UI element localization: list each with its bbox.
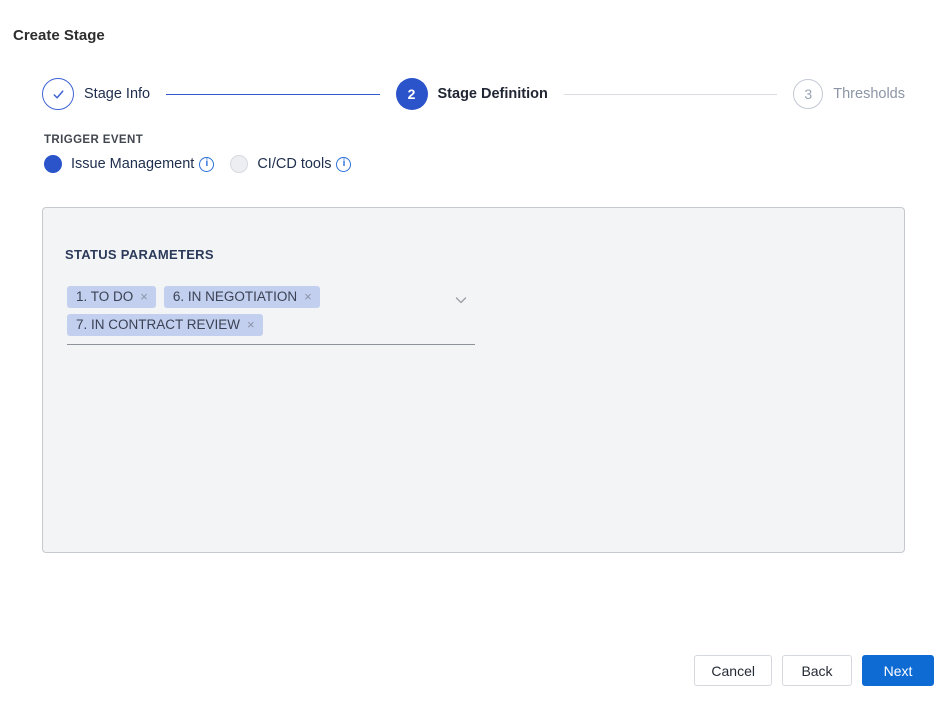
radio-unselected-icon[interactable] <box>230 155 248 173</box>
tag-in-negotiation: 6. IN NEGOTIATION × <box>164 286 320 308</box>
page-title: Create Stage <box>13 27 105 44</box>
step-stage-definition[interactable]: 2 Stage Definition <box>396 78 548 110</box>
info-icon[interactable]: i <box>199 157 214 172</box>
trigger-event-label: TRIGGER EVENT <box>44 134 351 146</box>
footer-actions: Cancel Back Next <box>694 655 934 686</box>
status-multiselect[interactable]: 1. TO DO × 6. IN NEGOTIATION × 7. IN CON… <box>67 286 475 345</box>
step-label: Thresholds <box>833 86 905 102</box>
step-number-circle: 2 <box>396 78 428 110</box>
back-button[interactable]: Back <box>782 655 852 686</box>
stepper: Stage Info 2 Stage Definition 3 Threshol… <box>42 78 905 110</box>
step-thresholds[interactable]: 3 Thresholds <box>793 79 905 109</box>
remove-tag-icon[interactable]: × <box>304 290 312 303</box>
info-icon[interactable]: i <box>336 157 351 172</box>
stepper-connector-done <box>166 94 379 95</box>
remove-tag-icon[interactable]: × <box>247 318 255 331</box>
tag-label: 6. IN NEGOTIATION <box>173 289 297 304</box>
radio-selected-icon[interactable] <box>44 155 62 173</box>
step-number-circle: 3 <box>793 79 823 109</box>
chevron-down-icon[interactable] <box>453 292 469 308</box>
radio-label: CI/CD tools <box>257 156 331 172</box>
stepper-connector-todo <box>564 94 777 95</box>
step-complete-circle <box>42 78 74 110</box>
radio-cicd-tools[interactable]: CI/CD tools i <box>230 155 351 173</box>
check-icon <box>51 87 66 102</box>
step-label: Stage Info <box>84 86 150 102</box>
remove-tag-icon[interactable]: × <box>140 290 148 303</box>
selected-status-tags: 1. TO DO × 6. IN NEGOTIATION × 7. IN CON… <box>67 286 475 336</box>
step-label: Stage Definition <box>438 86 548 102</box>
tag-label: 1. TO DO <box>76 289 133 304</box>
status-parameters-panel: STATUS PARAMETERS 1. TO DO × 6. IN NEGOT… <box>42 207 905 553</box>
status-parameters-heading: STATUS PARAMETERS <box>65 247 904 262</box>
step-stage-info[interactable]: Stage Info <box>42 78 150 110</box>
cancel-button[interactable]: Cancel <box>694 655 772 686</box>
trigger-event-options: Issue Management i CI/CD tools i <box>44 155 351 173</box>
next-button[interactable]: Next <box>862 655 934 686</box>
tag-to-do: 1. TO DO × <box>67 286 156 308</box>
create-stage-dialog: Create Stage Stage Info 2 Stage Definiti… <box>0 0 947 703</box>
tag-in-contract-review: 7. IN CONTRACT REVIEW × <box>67 314 263 336</box>
tag-label: 7. IN CONTRACT REVIEW <box>76 317 240 332</box>
trigger-event-section: TRIGGER EVENT Issue Management i CI/CD t… <box>44 134 351 173</box>
radio-issue-management[interactable]: Issue Management i <box>44 155 214 173</box>
radio-label: Issue Management <box>71 156 194 172</box>
